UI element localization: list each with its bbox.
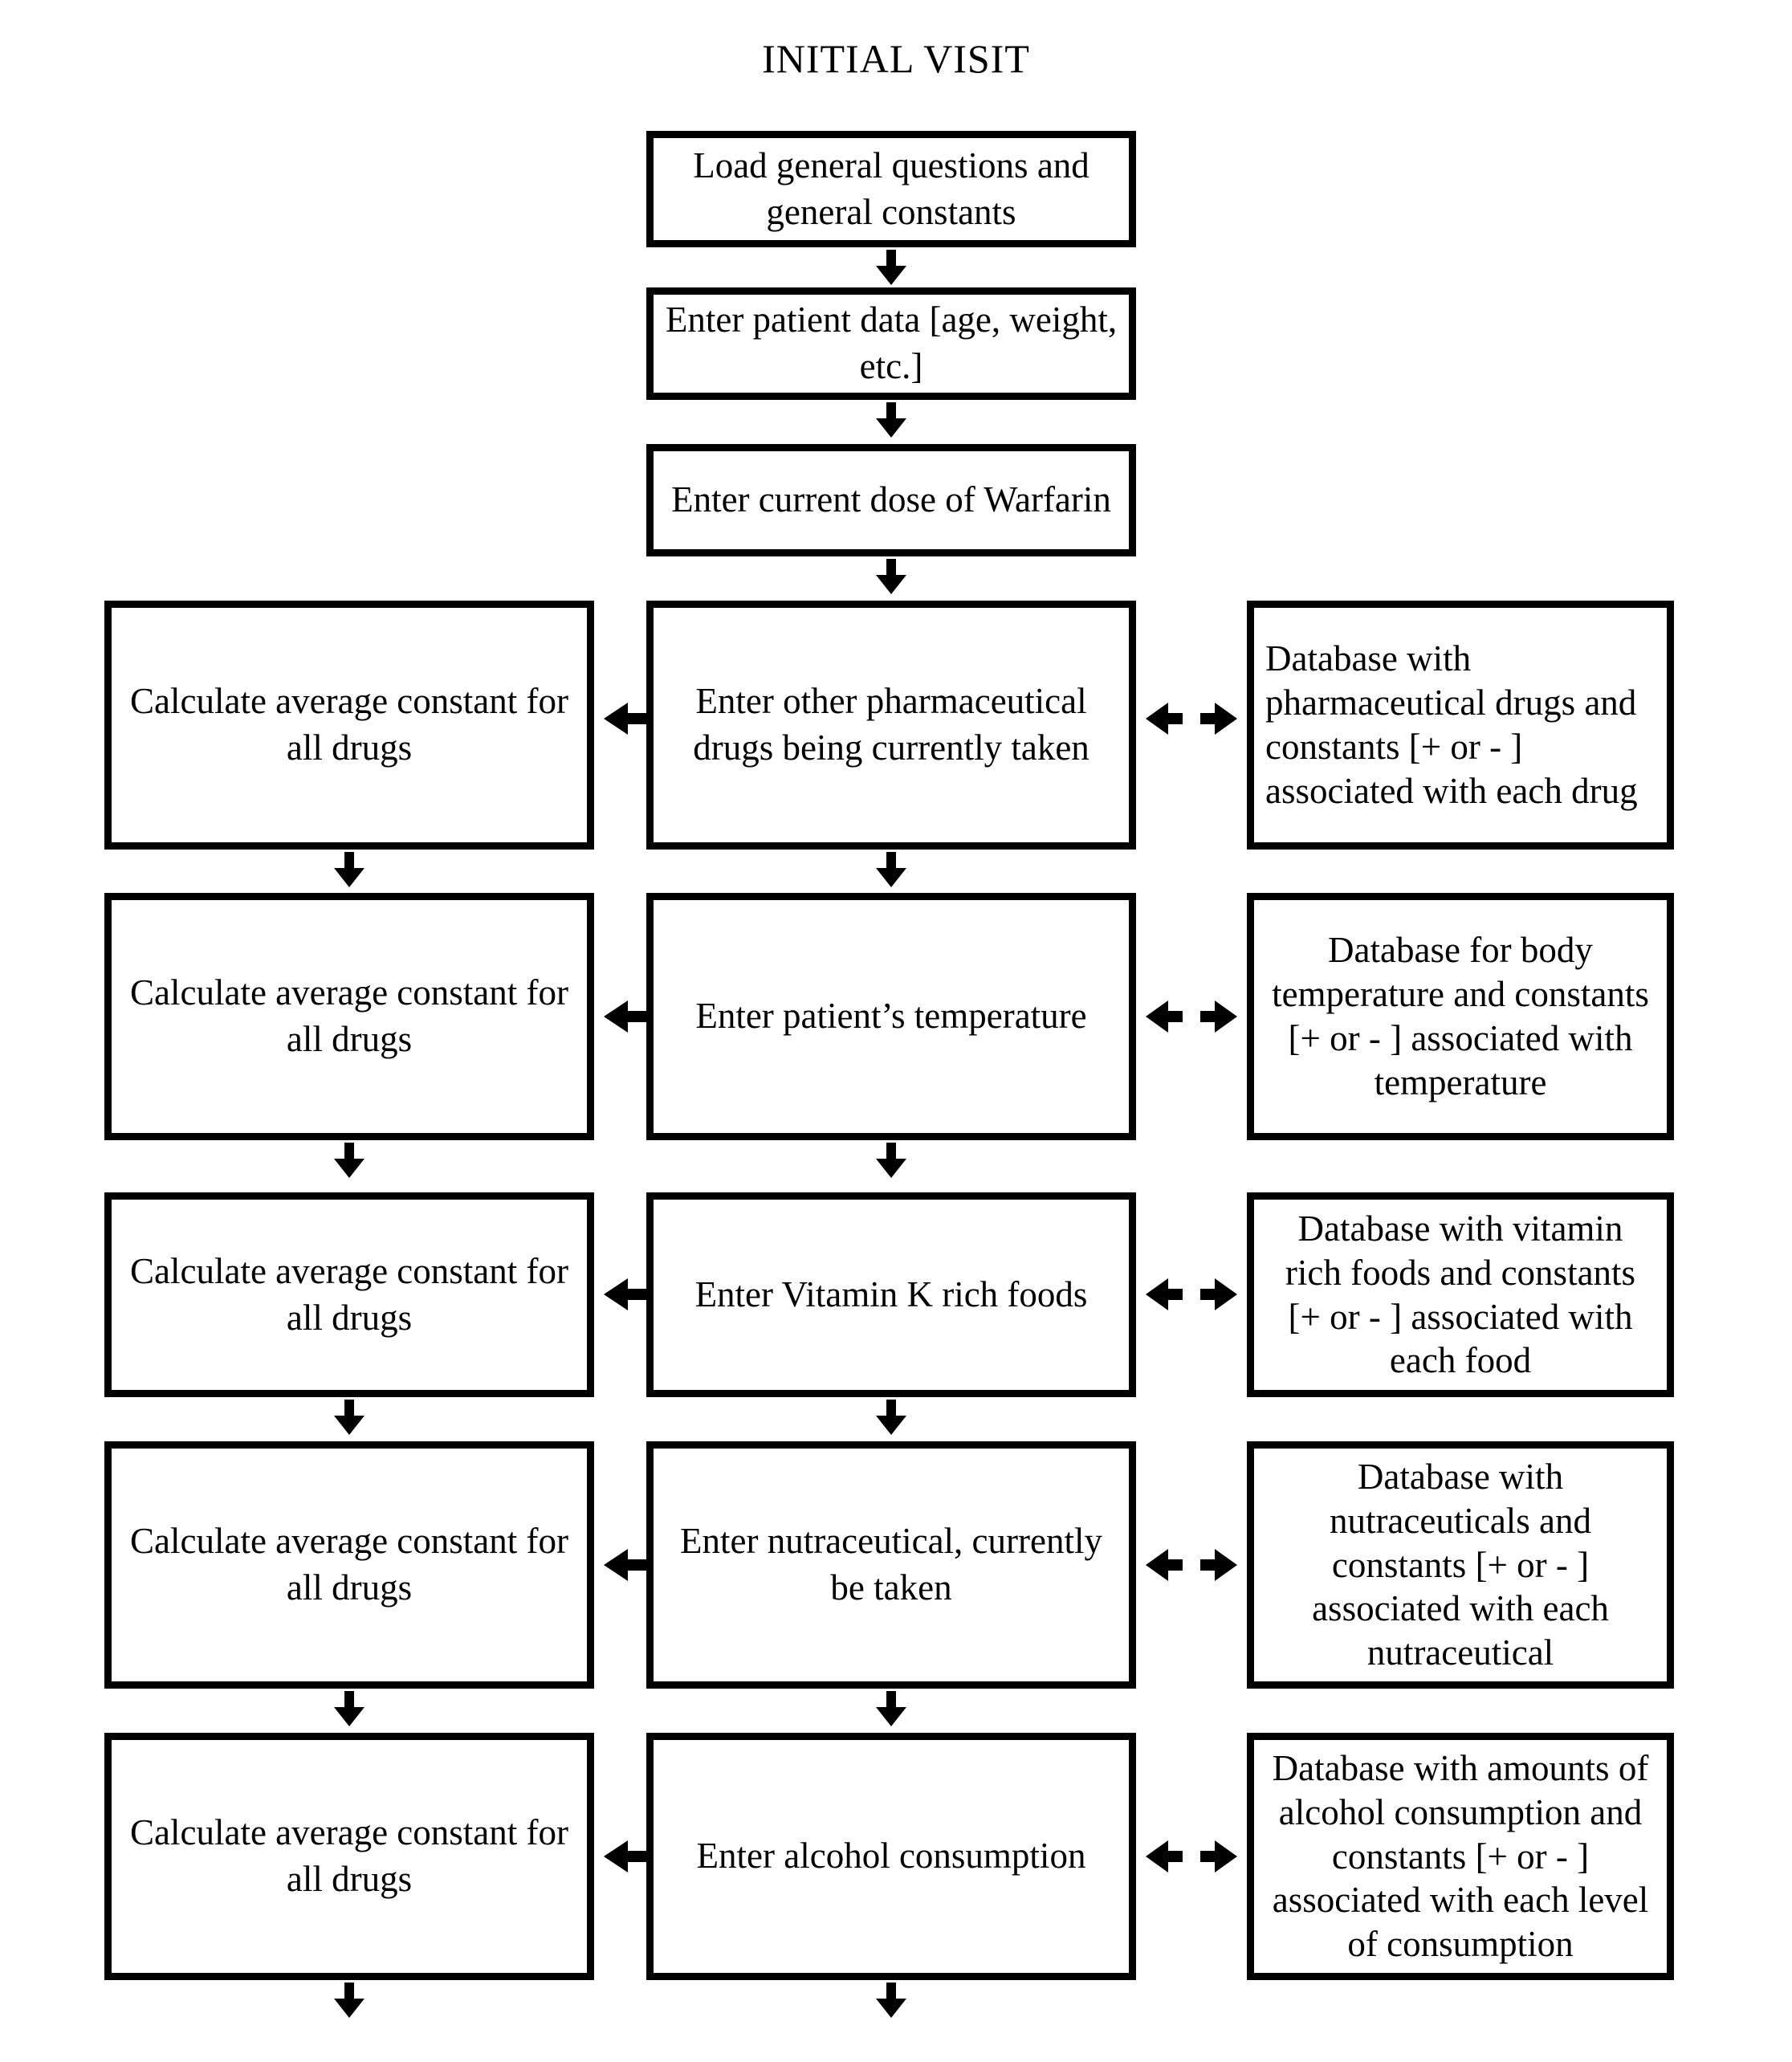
node-label: Load general questions and general const… [693, 145, 1089, 232]
node-label: Calculate average constant for all drugs [130, 1250, 568, 1338]
node-database-row-alcohol[interactable]: Database with amounts of alcohol consump… [1247, 1733, 1674, 1980]
node-database-row-drugs[interactable]: Database with pharmaceutical drugs and c… [1247, 601, 1674, 850]
flowchart-canvas: INITIAL VISIT Load general questions and… [0, 0, 1792, 2062]
node-input-row-vitamin-k[interactable]: Enter Vitamin K rich foods [646, 1192, 1136, 1397]
node-label: Calculate average constant for all drugs [130, 1521, 568, 1608]
node-label: Database with vitamin rich foods and con… [1285, 1208, 1636, 1381]
node-label: Calculate average constant for all drugs [130, 681, 568, 768]
node-label: Database with amounts of alcohol consump… [1272, 1747, 1649, 1965]
left-right-arrow-icon [1146, 696, 1237, 741]
left-right-arrow-icon [1146, 994, 1237, 1039]
down-arrow-icon [333, 852, 365, 888]
down-arrow-icon [875, 559, 907, 595]
down-arrow-icon [875, 1983, 907, 2019]
down-arrow-icon [333, 1983, 365, 2019]
node-input-row-alcohol[interactable]: Enter alcohol consumption [646, 1733, 1136, 1980]
node-calculate-row-temperature[interactable]: Calculate average constant for all drugs [104, 893, 594, 1140]
node-calculate-row-vitamin-k[interactable]: Calculate average constant for all drugs [104, 1192, 594, 1397]
node-label: Enter alcohol consumption [696, 1836, 1086, 1877]
node-label: Database for body temperature and consta… [1272, 930, 1649, 1102]
node-enter-current-dose[interactable]: Enter current dose of Warfarin [646, 444, 1136, 556]
left-right-arrow-icon [1146, 1542, 1237, 1587]
node-input-row-temperature[interactable]: Enter patient’s temperature [646, 893, 1136, 1140]
node-database-row-vitamin-k[interactable]: Database with vitamin rich foods and con… [1247, 1192, 1674, 1397]
left-arrow-icon [604, 696, 649, 741]
node-load-general[interactable]: Load general questions and general const… [646, 131, 1136, 247]
node-input-row-nutraceutical[interactable]: Enter nutraceutical, currently be taken [646, 1441, 1136, 1689]
left-right-arrow-icon [1146, 1272, 1237, 1317]
node-label: Calculate average constant for all drugs [130, 972, 568, 1059]
node-label: Calculate average constant for all drugs [130, 1812, 568, 1899]
node-label: Enter Vitamin K rich foods [694, 1273, 1088, 1314]
node-label: Enter patient data [age, weight, etc.] [665, 300, 1118, 386]
node-database-row-temperature[interactable]: Database for body temperature and consta… [1247, 893, 1674, 1140]
down-arrow-icon [875, 402, 907, 438]
down-arrow-icon [333, 1400, 365, 1436]
page-title: INITIAL VISIT [762, 36, 1030, 81]
node-label: Enter patient’s temperature [695, 996, 1087, 1037]
node-input-row-drugs[interactable]: Enter other pharmaceutical drugs being c… [646, 601, 1136, 850]
node-calculate-row-drugs[interactable]: Calculate average constant for all drugs [104, 601, 594, 850]
left-arrow-icon [604, 1834, 649, 1879]
down-arrow-icon [875, 250, 907, 286]
down-arrow-icon [875, 852, 907, 888]
down-arrow-icon [875, 1691, 907, 1727]
left-right-arrow-icon [1146, 1834, 1237, 1879]
node-label: Enter nutraceutical, currently be taken [680, 1521, 1102, 1608]
node-enter-patient-data[interactable]: Enter patient data [age, weight, etc.] [646, 287, 1136, 400]
down-arrow-icon [333, 1691, 365, 1727]
node-database-row-nutraceutical[interactable]: Database with nutraceuticals and constan… [1247, 1441, 1674, 1689]
left-arrow-icon [604, 1542, 649, 1587]
node-calculate-row-nutraceutical[interactable]: Calculate average constant for all drugs [104, 1441, 594, 1689]
node-label: Enter other pharmaceutical drugs being c… [693, 681, 1089, 768]
node-label: Database with pharmaceutical drugs and c… [1265, 638, 1638, 811]
node-calculate-row-alcohol[interactable]: Calculate average constant for all drugs [104, 1733, 594, 1980]
down-arrow-icon [875, 1143, 907, 1179]
down-arrow-icon [875, 1400, 907, 1436]
node-label: Database with nutraceuticals and constan… [1312, 1456, 1609, 1673]
left-arrow-icon [604, 994, 649, 1039]
left-arrow-icon [604, 1272, 649, 1317]
down-arrow-icon [333, 1143, 365, 1179]
node-label: Enter current dose of Warfarin [671, 479, 1111, 520]
